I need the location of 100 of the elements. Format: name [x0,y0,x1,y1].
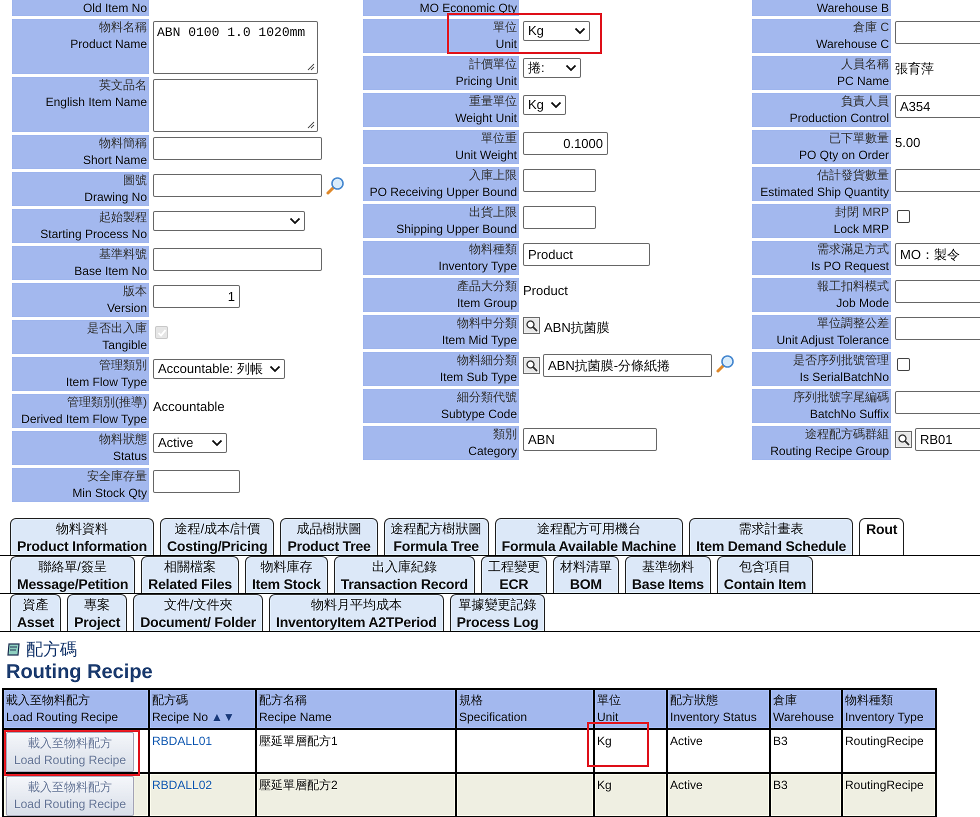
input-field[interactable] [153,174,322,197]
label-english: PC Name [836,73,889,90]
tab[interactable]: 文件/文件夾 Document/ Folder [133,594,264,631]
column-header: 配方碼 Recipe No ▲▼ [149,689,256,729]
label-english: Derived Item Flow Type [20,411,147,428]
lookup-button[interactable] [895,431,912,448]
chevron-down-icon [565,64,577,72]
field-value: Accountable [153,398,225,415]
label-chinese: 物料狀態 [98,431,147,448]
dropdown[interactable]: Active [153,433,227,453]
dropdown[interactable]: 捲: [523,58,581,78]
input-field[interactable] [895,169,980,192]
column-header: 物料種類 Inventory Type [842,689,936,729]
column-header: 單位 Unit [594,689,667,729]
tab[interactable]: 資產 Asset [10,594,62,631]
tab[interactable]: 途程/成本/計價 Costing/Pricing [160,518,274,555]
text-area[interactable]: ABN 0100 1.0 1020mm [153,21,318,74]
label-english: Shipping Upper Bound [395,221,517,238]
dropdown[interactable]: Kg [523,95,566,115]
tab[interactable]: 途程配方可用機台 Formula Available Machine [494,518,684,555]
label-english: Old Item No [82,1,147,16]
input-field[interactable] [895,391,980,414]
tab[interactable]: 需求計畫表 Item Demand Schedule [689,518,854,555]
input-field[interactable]: Product [523,243,650,266]
load-recipe-button[interactable]: 載入至物料配方 Load Routing Recipe [6,776,134,816]
label-chinese: 物料種類 [468,241,517,258]
tab[interactable]: 物料資料 Product Information [10,518,154,555]
table-cell: Kg [597,778,612,792]
label-english: Weight Unit [454,110,517,127]
label-english: Tangible [101,337,147,354]
sort-arrows[interactable]: ▲▼ [211,710,235,724]
label-chinese: 人員名稱 [840,56,889,73]
dropdown[interactable]: Kg [523,21,590,41]
tab[interactable]: 工程變更 ECR [480,556,547,593]
tab[interactable]: Rout [859,518,904,555]
resize-handle-icon[interactable] [307,121,315,129]
label-english: Product Name [69,36,147,53]
section-title-chinese: 配方碼 [26,640,77,660]
tab[interactable]: 途程配方樹狀圖 Formula Tree [384,518,489,555]
input-field[interactable]: A354 [895,95,980,118]
label-english: Pricing Unit [454,73,517,90]
load-recipe-button[interactable]: 載入至物料配方 Load Routing Recipe [6,732,134,772]
input-field[interactable] [895,280,980,303]
lookup-button[interactable] [523,357,540,374]
text-area[interactable] [153,79,318,132]
input-field[interactable]: MO：製令 [895,243,980,266]
label-english: PO Qty on Order [798,147,889,164]
input-field[interactable]: ABN抗菌膜-分條紙捲 [543,354,712,377]
field-value: Product [523,282,568,299]
label-english: Item Mid Type [440,332,517,349]
input-field[interactable]: RB01 [915,428,980,451]
label-chinese: 單位重 [480,130,517,147]
dropdown[interactable] [153,211,305,231]
label-english: Warehouse B [816,1,889,16]
input-field[interactable] [895,317,980,340]
tab[interactable]: 聯絡單/簽呈 Message/Petition [10,556,136,593]
tab[interactable]: 專案 Project [67,594,128,631]
input-field[interactable] [153,248,322,271]
tab[interactable]: 物料庫存 Item Stock [244,556,328,593]
tab[interactable]: 單據變更記錄 Process Log [450,594,546,631]
input-field[interactable]: 1 [153,285,240,308]
recipe-link[interactable]: RBDALL02 [152,778,212,792]
input-field[interactable] [523,206,596,229]
tab[interactable]: 包含項目 Contain Item [716,556,814,593]
checkbox[interactable] [897,210,910,223]
input-field[interactable] [523,169,596,192]
field-value: 5.00 [895,134,920,151]
chevron-down-icon [550,101,562,109]
label-english: Base Item No [73,263,147,280]
input-field[interactable]: 0.1000 [523,132,608,155]
label-chinese: 圖號 [122,172,147,189]
label-chinese: 物料名稱 [98,19,147,36]
resize-handle-icon[interactable] [307,63,315,71]
label-chinese: 版本 [122,283,147,300]
dropdown[interactable]: Accountable: 列帳 [153,359,285,379]
lookup-button[interactable] [523,317,540,334]
label-english: Unit [494,36,517,53]
label-chinese: 途程配方碼群組 [804,426,889,443]
input-field[interactable] [153,470,240,493]
tab[interactable]: 出入庫紀錄 Transaction Record [334,556,475,593]
tab[interactable]: 相關檔案 Related Files [141,556,239,593]
input-field[interactable]: ABN [523,428,657,451]
tab[interactable]: 材料清單 BOM [552,556,619,593]
input-field[interactable] [153,137,322,160]
recipe-link[interactable]: RBDALL01 [152,734,212,748]
label-chinese: 起始製程 [98,209,147,226]
tab[interactable]: 成品樹狀圖 Product Tree [280,518,378,555]
search-icon[interactable] [325,176,345,196]
tab[interactable]: 基準物料 Base Items [624,556,711,593]
input-field[interactable] [895,21,980,44]
search-icon[interactable] [715,354,735,374]
label-english: English Item Name [44,94,147,111]
label-chinese: 安全庫存量 [86,468,147,485]
table-cell: Active [670,734,703,748]
tab[interactable]: 物料月平均成本 InventoryItem A2TPeriod [269,594,444,631]
table-cell: RoutingRecipe [845,734,924,748]
chevron-down-icon [269,365,281,373]
checkbox[interactable] [897,358,910,371]
label-english: Item Flow Type [64,374,147,391]
label-english: Job Mode [835,295,889,312]
